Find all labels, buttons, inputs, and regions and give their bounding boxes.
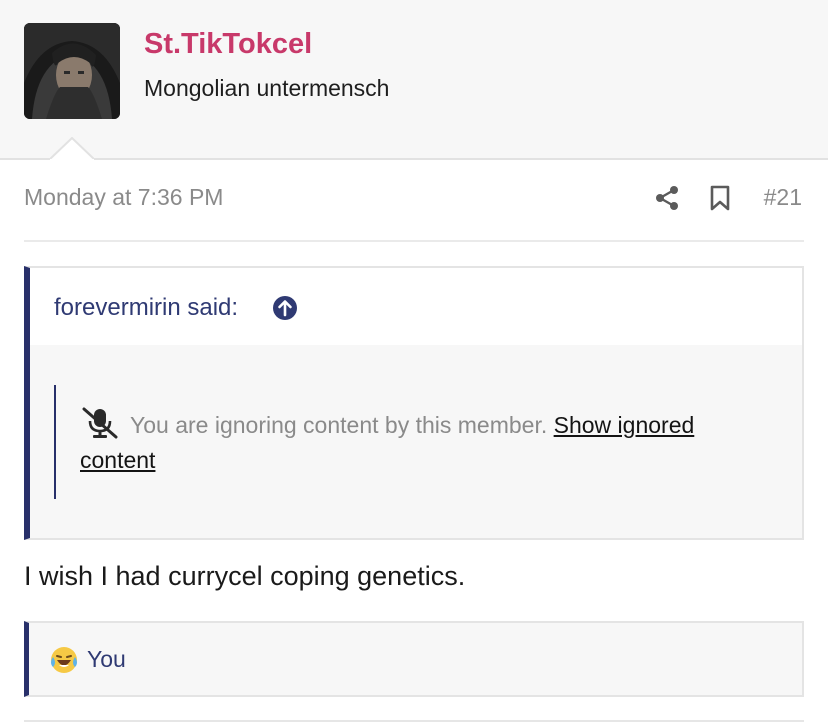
ignored-text: You are ignoring content by this member. [130,412,548,438]
laughing-tears-emoji-icon[interactable] [49,645,79,675]
reaction-users[interactable]: You [87,646,126,673]
ignored-content-box: You are ignoring content by this member.… [54,385,756,499]
bookmark-icon[interactable] [709,185,731,211]
post-body: I wish I had currycel coping genetics. [24,561,466,591]
avatar[interactable] [24,23,120,119]
mute-microphone-icon [82,407,118,439]
post-meta: Monday at 7:36 PM #21 [24,180,804,220]
post-number[interactable]: #21 [764,184,802,211]
post-date[interactable]: Monday at 7:36 PM [24,184,223,211]
message-arrow [50,137,94,160]
ignored-message: You are ignoring content by this member.… [80,407,760,478]
avatar-image [24,23,120,119]
user-title: Mongolian untermensch [144,75,390,101]
divider [24,240,804,242]
username[interactable]: St.TikTokcel [144,28,312,61]
quote-header: forevermirin said: [30,268,802,345]
divider [24,720,804,722]
quote-author[interactable]: forevermirin said: [54,294,238,322]
quote-block: forevermirin said: You are ignoring cont… [24,266,804,540]
arrow-up-circle-icon[interactable] [272,295,298,321]
user-header: St.TikTokcel Mongolian untermensch [0,0,828,160]
share-icon[interactable] [654,185,680,211]
reactions-bar: You [24,621,804,697]
